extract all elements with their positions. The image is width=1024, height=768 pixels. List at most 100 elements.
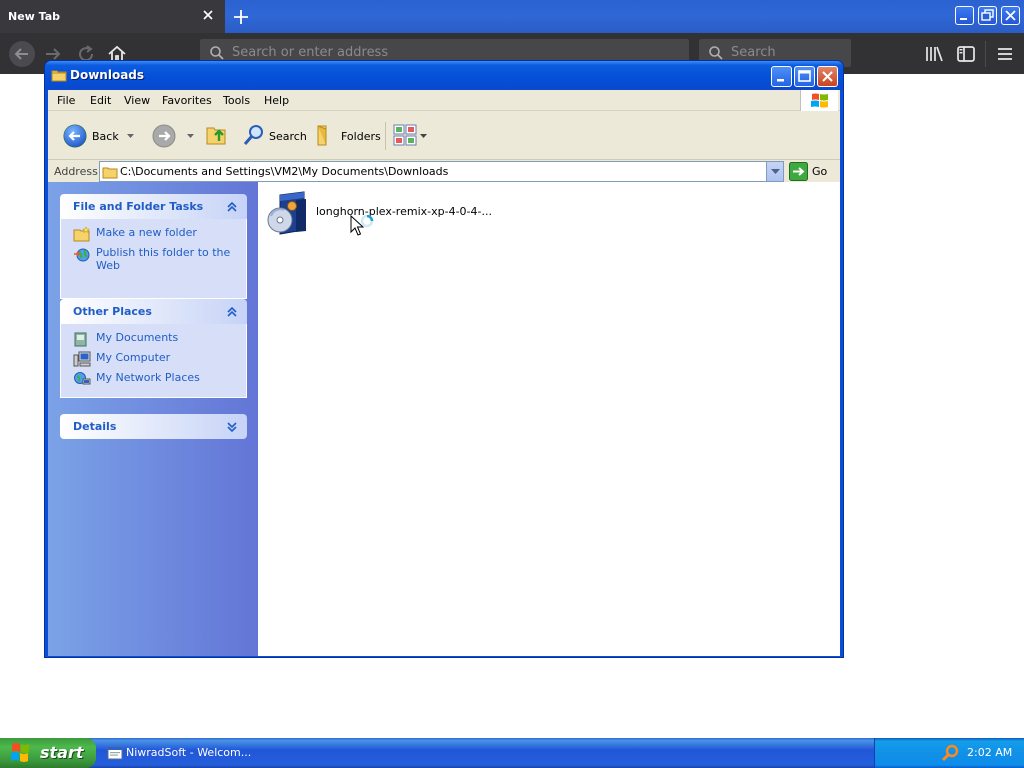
back-label: Back (92, 130, 119, 143)
my-computer-icon (73, 351, 91, 367)
panel-title: Details (73, 420, 117, 433)
file-folder-tasks-panel: File and Folder Tasks Make a new folder … (60, 194, 247, 299)
address-dropdown-button[interactable] (766, 162, 783, 181)
maximize-button[interactable] (794, 66, 815, 87)
collapse-chevron-icon[interactable] (224, 305, 240, 319)
clock: 2:02 AM (967, 746, 1013, 759)
file-item[interactable]: longhorn-plex-remix-xp-4-0-4-... (266, 190, 496, 240)
new-tab-plus-icon[interactable] (230, 6, 252, 28)
new-folder-icon (73, 226, 90, 242)
browser-tab-strip: New Tab (0, 0, 1024, 33)
views-button[interactable] (393, 123, 429, 149)
close-button[interactable] (817, 66, 838, 87)
expand-chevron-icon[interactable] (224, 420, 240, 434)
toolbar-separator (985, 41, 986, 67)
menu-view[interactable]: View (124, 94, 150, 107)
panel-title: Other Places (73, 305, 152, 318)
explorer-titlebar[interactable]: Downloads (45, 61, 843, 90)
busy-cursor-icon (350, 215, 380, 245)
my-documents-icon (74, 332, 87, 347)
back-arrow-icon (63, 124, 87, 148)
minimize-button[interactable] (771, 66, 792, 87)
forward-button[interactable] (151, 123, 197, 149)
folder-view: File and Folder Tasks Make a new folder … (48, 182, 840, 656)
window-app-icon (107, 746, 123, 760)
start-button[interactable]: start (0, 738, 96, 768)
panel-body: Make a new folder Publish this folder to… (60, 219, 247, 299)
panel-body: My Documents My Computer My Network Plac… (60, 324, 247, 398)
search-tray-icon[interactable] (941, 744, 959, 762)
up-folder-icon (206, 127, 226, 145)
folder-icon (51, 67, 67, 83)
collapse-chevron-icon[interactable] (224, 200, 240, 214)
url-placeholder: Search or enter address (232, 45, 389, 60)
make-new-folder-link[interactable]: Make a new folder (73, 226, 197, 242)
window-title: Downloads (70, 68, 145, 82)
taskbar-item-label: NiwradSoft - Welcom... (126, 746, 252, 759)
folders-icon (317, 125, 327, 146)
forward-arrow-icon (152, 124, 176, 148)
library-icon[interactable] (923, 43, 945, 65)
task-item-label: Make a new folder (96, 226, 197, 239)
explorer-client-area: File Edit View Favorites Tools Help Back (48, 90, 840, 656)
panel-header[interactable]: Details (60, 414, 247, 439)
browser-restore-button[interactable] (978, 6, 997, 25)
place-item-label: My Network Places (96, 371, 200, 384)
menu-favorites[interactable]: Favorites (162, 94, 212, 107)
menu-edit[interactable]: Edit (90, 94, 111, 107)
address-bar: Address C:\Documents and Settings\VM2\My… (48, 161, 840, 182)
chevron-down-icon (127, 134, 134, 138)
windows-flag-icon (11, 743, 29, 762)
toolbar-separator (385, 122, 386, 150)
chevron-down-icon (420, 134, 427, 138)
web-publish-icon (74, 248, 90, 262)
url-search-icon (210, 46, 224, 60)
folder-icon (102, 167, 118, 179)
network-places-icon (74, 372, 91, 385)
go-button[interactable]: Go (789, 162, 837, 181)
browser-close-button[interactable] (1001, 6, 1020, 25)
menu-help[interactable]: Help (264, 94, 289, 107)
explorer-window: Downloads File Edit View Favorites Tools… (44, 60, 844, 658)
other-places-panel: Other Places My Documents My Computer My… (60, 299, 247, 398)
task-item-label: Publish this folder to the Web (96, 246, 231, 272)
folders-label: Folders (341, 130, 381, 143)
publish-folder-link[interactable]: Publish this folder to the Web (73, 246, 233, 272)
browser-tab-title: New Tab (8, 10, 61, 23)
place-item-label: My Documents (96, 331, 179, 344)
panel-header[interactable]: File and Folder Tasks (60, 194, 247, 219)
place-item-label: My Computer (96, 351, 171, 364)
panel-header[interactable]: Other Places (60, 299, 247, 324)
task-pane: File and Folder Tasks Make a new folder … (48, 182, 258, 656)
my-computer-link[interactable]: My Computer (73, 351, 170, 367)
address-path: C:\Documents and Settings\VM2\My Documen… (120, 165, 449, 178)
search-icon (243, 125, 263, 145)
address-label: Address (54, 165, 98, 178)
taskbar: start NiwradSoft - Welcom... ? 2:02 AM (0, 738, 1024, 768)
browser-tab[interactable]: New Tab (0, 0, 225, 33)
back-arrow-icon[interactable] (9, 41, 35, 67)
installer-package-icon (267, 191, 306, 235)
menu-file[interactable]: File (57, 94, 75, 107)
folders-button[interactable]: Folders (314, 123, 381, 149)
address-field[interactable]: C:\Documents and Settings\VM2\My Documen… (99, 161, 784, 182)
standard-buttons-toolbar: Back Search Folders (48, 112, 840, 160)
my-documents-link[interactable]: My Documents (73, 331, 178, 347)
chevron-down-icon (187, 134, 194, 138)
taskbar-item-niwradsoft[interactable]: NiwradSoft - Welcom... (104, 741, 264, 765)
panel-title: File and Folder Tasks (73, 200, 204, 213)
up-folder-button[interactable] (205, 123, 231, 149)
my-network-places-link[interactable]: My Network Places (73, 371, 200, 387)
sidebar-icon[interactable] (955, 43, 977, 65)
menu-tools[interactable]: Tools (223, 94, 250, 107)
views-icon (393, 124, 417, 146)
back-button[interactable]: Back (60, 123, 140, 149)
browser-minimize-button[interactable] (955, 6, 974, 25)
tab-close-icon[interactable] (201, 8, 215, 22)
system-tray: 2:02 AM (874, 738, 1024, 768)
search-button[interactable]: Search (242, 123, 307, 149)
search-icon (709, 46, 723, 60)
windows-logo-icon (800, 90, 838, 111)
menu-bar: File Edit View Favorites Tools Help (48, 90, 840, 111)
hamburger-menu-icon[interactable] (994, 43, 1016, 65)
